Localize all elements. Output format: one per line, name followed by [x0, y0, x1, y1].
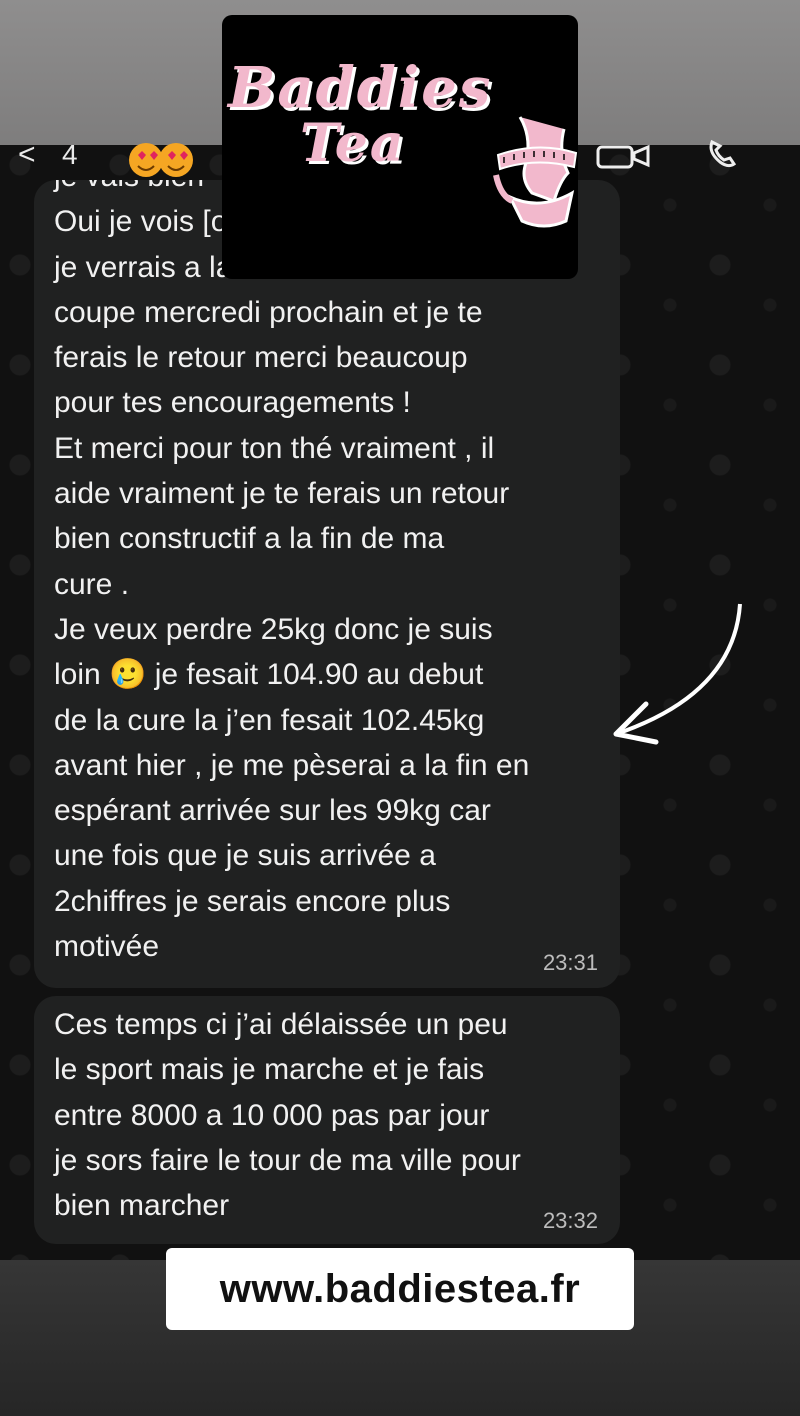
message-bubble[interactable]: Ces temps ci j’ai délaissée un peu le sp… — [34, 996, 620, 1244]
logo-text-line2: Tea — [300, 113, 406, 174]
video-call-icon[interactable] — [596, 143, 652, 169]
back-icon[interactable]: < — [18, 140, 36, 170]
message-time: 23:31 — [542, 950, 598, 975]
message-bubble[interactable]: je vais bien Oui je vois [obscured by lo… — [34, 180, 620, 988]
message-text: je vais bien Oui je vois [obscured by lo… — [54, 180, 530, 964]
curved-arrow-icon — [613, 603, 742, 745]
unread-count: 4 — [62, 139, 78, 170]
avatar-heart-eyes-icon[interactable] — [126, 138, 198, 182]
website-banner: www.baddiestea.fr — [166, 1248, 634, 1330]
message-text: Ces temps ci j’ai délaissée un peu le sp… — [54, 1008, 521, 1223]
brand-logo: Baddies Tea — [222, 15, 578, 279]
phone-call-icon[interactable] — [706, 138, 746, 168]
message-time: 23:32 — [542, 1208, 598, 1233]
website-url: www.baddiestea.fr — [219, 1266, 581, 1311]
waist-measuring-tape-icon — [493, 116, 578, 228]
logo-text-line1: Baddies — [228, 55, 493, 121]
